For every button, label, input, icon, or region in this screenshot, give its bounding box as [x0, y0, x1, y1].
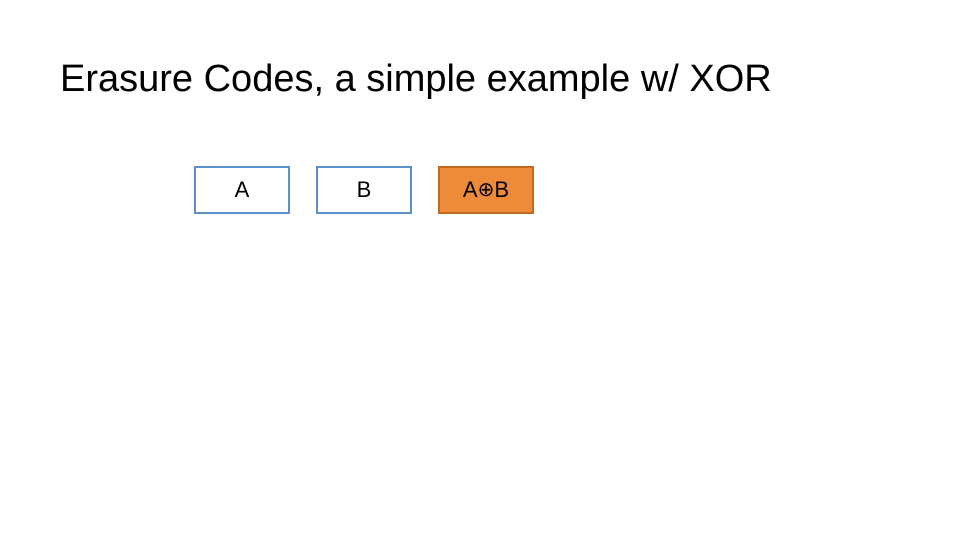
data-block-b: B [316, 166, 412, 214]
slide-title: Erasure Codes, a simple example w/ XOR [60, 58, 772, 101]
parity-label-b: B [494, 177, 509, 203]
parity-label-a: A [463, 177, 478, 203]
data-block-a: A [194, 166, 290, 214]
block-row: A B A⊕B [194, 166, 534, 214]
xor-icon: ⊕ [478, 177, 495, 202]
block-label: B [357, 177, 372, 203]
block-label: A [235, 177, 250, 203]
parity-block: A⊕B [438, 166, 534, 214]
